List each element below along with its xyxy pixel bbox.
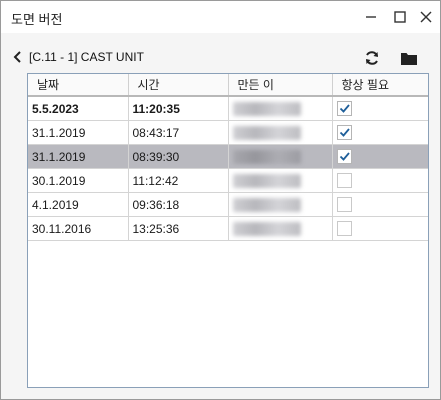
back-button[interactable] <box>13 51 23 63</box>
table-row[interactable]: 4.1.2019 09:36:18 <box>28 192 428 217</box>
column-header-time[interactable]: 시간 <box>128 74 229 97</box>
cell-created-by <box>228 192 333 217</box>
column-header-always-needed[interactable]: 항상 필요 <box>332 74 428 97</box>
cell-time: 09:36:18 <box>128 192 229 217</box>
redacted-user-name <box>232 173 301 188</box>
checkmark-icon <box>339 128 350 137</box>
always-needed-checkbox[interactable] <box>336 173 352 189</box>
drawing-version-window: 도면 버전 [C.11 - 1] CAST UNIT 날짜 시간 만든 이 항상… <box>0 0 441 400</box>
toolbar: [C.11 - 1] CAST UNIT <box>1 41 440 73</box>
title-bar: 도면 버전 <box>1 1 440 33</box>
cell-time: 08:43:17 <box>128 120 229 145</box>
cell-always-needed <box>332 120 428 145</box>
cell-date: 4.1.2019 <box>28 192 129 217</box>
cell-date: 30.1.2019 <box>28 168 129 193</box>
always-needed-checkbox[interactable] <box>336 149 352 165</box>
cell-time: 11:20:35 <box>128 96 229 121</box>
cell-always-needed <box>332 168 428 193</box>
cell-created-by <box>228 168 333 193</box>
checkmark-icon <box>339 152 350 161</box>
table-row[interactable]: 31.1.2019 08:39:30 <box>28 144 428 169</box>
table-row[interactable]: 31.1.2019 08:43:17 <box>28 120 428 145</box>
always-needed-checkbox[interactable] <box>336 197 352 213</box>
redacted-user-name <box>232 221 301 236</box>
cell-always-needed <box>332 192 428 217</box>
table-header: 날짜 시간 만든 이 항상 필요 <box>28 74 428 97</box>
cell-time: 08:39:30 <box>128 144 229 169</box>
table-row[interactable]: 30.11.2016 13:25:36 <box>28 216 428 241</box>
window-title: 도면 버전 <box>11 12 63 27</box>
refresh-icon <box>366 51 378 65</box>
cell-created-by <box>228 216 333 241</box>
cell-date: 30.11.2016 <box>28 216 129 241</box>
redacted-user-name <box>232 101 301 116</box>
column-header-date[interactable]: 날짜 <box>28 74 129 97</box>
cell-always-needed <box>332 96 428 121</box>
redacted-user-name <box>232 125 301 140</box>
cell-created-by <box>228 120 333 145</box>
cell-time: 13:25:36 <box>128 216 229 241</box>
column-header-created-by[interactable]: 만든 이 <box>228 74 333 97</box>
close-button[interactable] <box>410 1 441 33</box>
cell-created-by <box>228 144 333 169</box>
maximize-icon <box>394 11 406 23</box>
cell-time: 11:12:42 <box>128 168 229 193</box>
always-needed-checkbox[interactable] <box>336 125 352 141</box>
versions-table: 날짜 시간 만든 이 항상 필요 5.5.2023 11:20:35 31.1.20… <box>27 73 429 388</box>
cell-always-needed <box>332 144 428 169</box>
redacted-user-name <box>232 149 301 164</box>
folder-icon <box>401 52 417 65</box>
chevron-left-icon <box>13 51 21 63</box>
refresh-button[interactable] <box>361 47 383 69</box>
table-row[interactable]: 30.1.2019 11:12:42 <box>28 168 428 193</box>
minimize-button[interactable] <box>355 1 387 33</box>
checkmark-icon <box>339 104 350 113</box>
cell-date: 31.1.2019 <box>28 120 129 145</box>
cell-always-needed <box>332 216 428 241</box>
redacted-user-name <box>232 197 301 212</box>
breadcrumb: [C.11 - 1] CAST UNIT <box>29 50 144 64</box>
close-icon <box>420 11 432 23</box>
cell-created-by <box>228 96 333 121</box>
minimize-icon <box>366 16 376 18</box>
always-needed-checkbox[interactable] <box>336 101 352 117</box>
cell-date: 5.5.2023 <box>28 96 129 121</box>
cell-date: 31.1.2019 <box>28 144 129 169</box>
table-row[interactable]: 5.5.2023 11:20:35 <box>28 96 428 121</box>
folder-button[interactable] <box>398 47 420 69</box>
always-needed-checkbox[interactable] <box>336 221 352 237</box>
